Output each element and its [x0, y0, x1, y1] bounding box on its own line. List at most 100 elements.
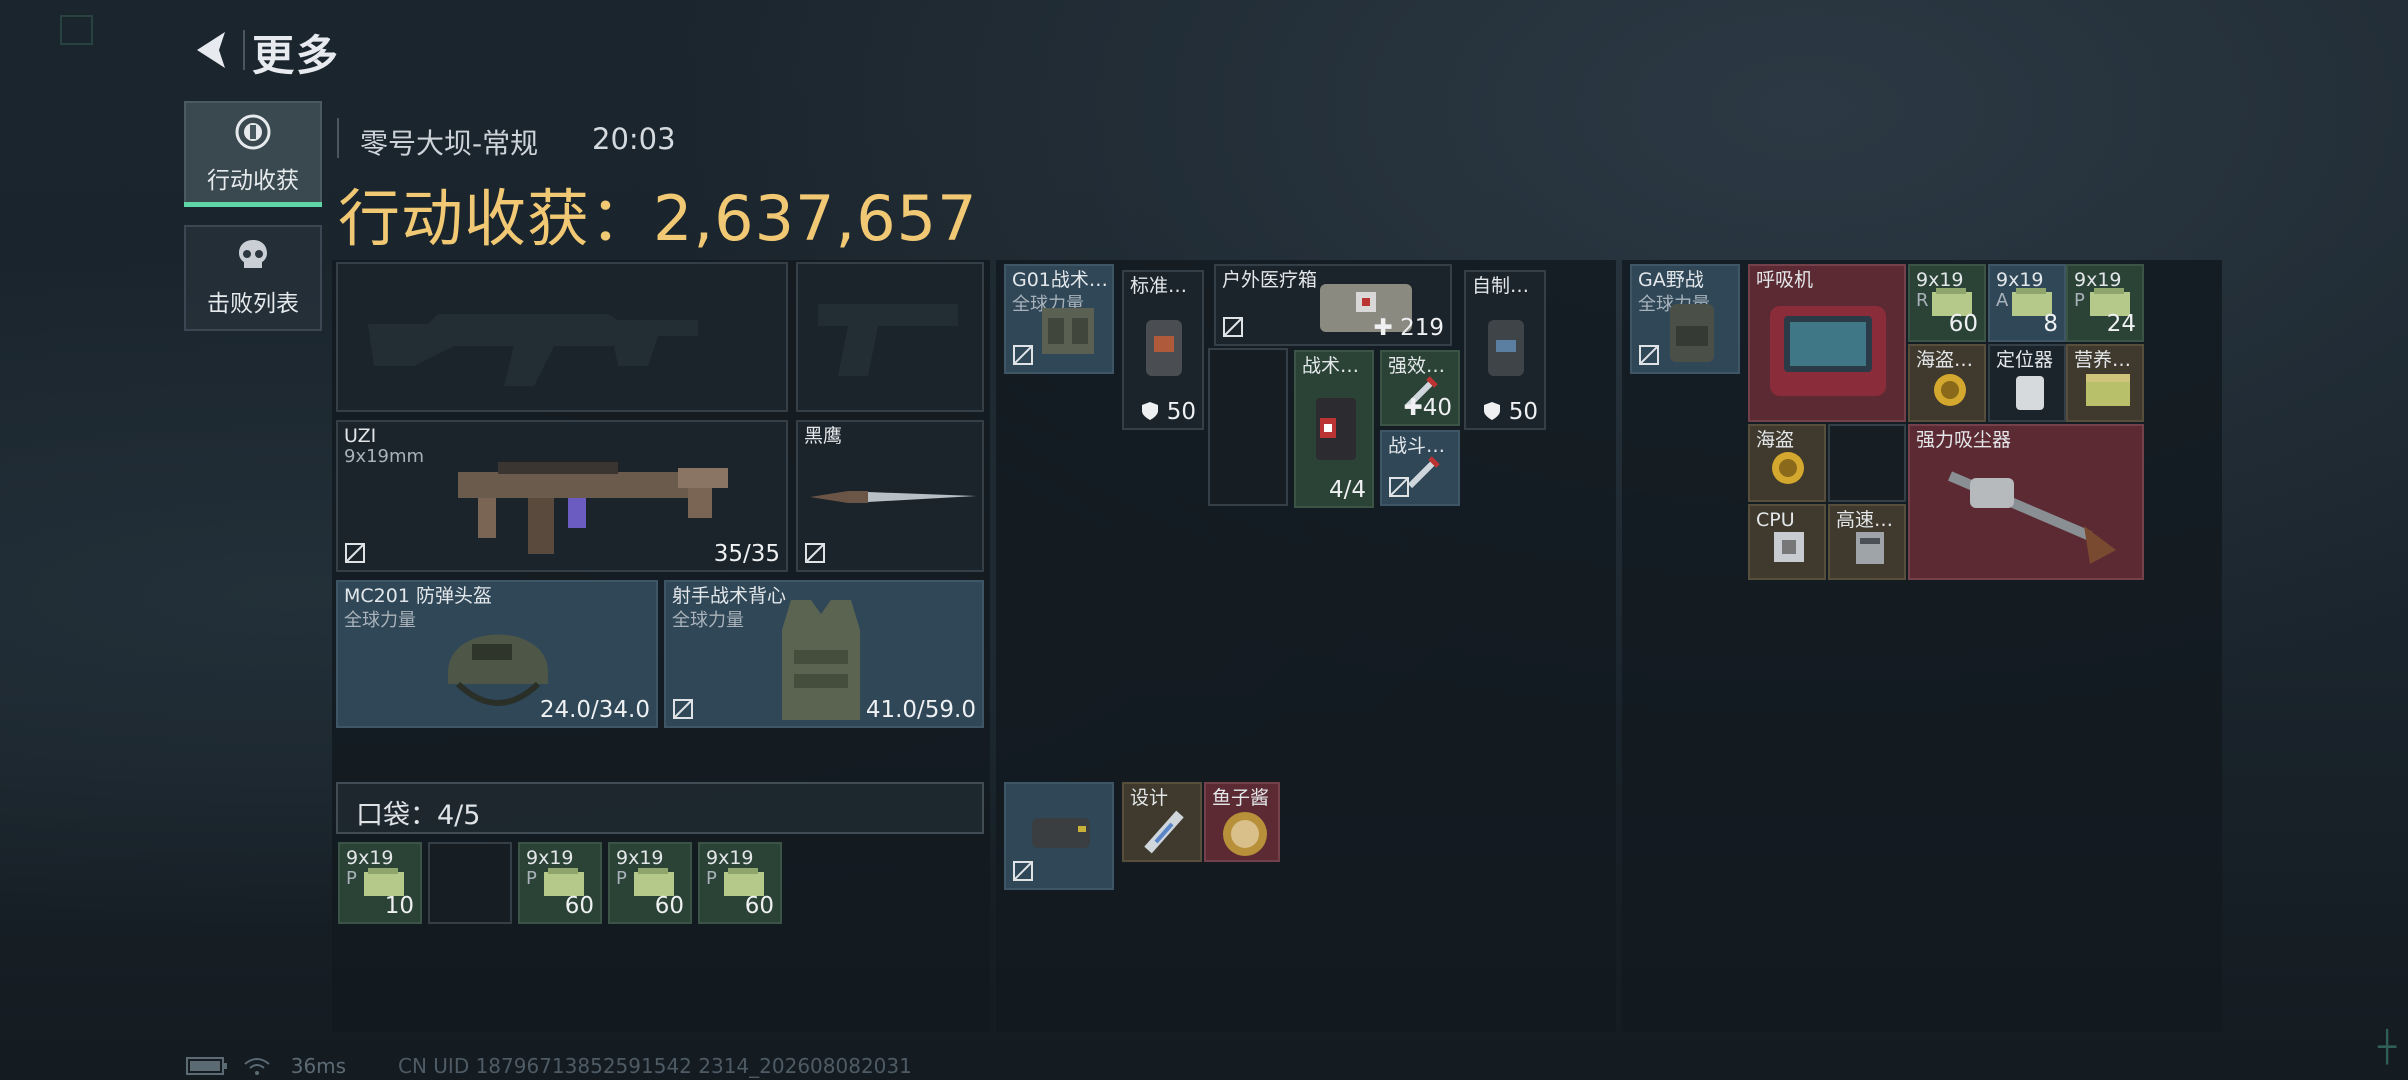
- tab-kills-label: 击败列表: [207, 291, 299, 317]
- pocket-bar: 口袋：4/5: [336, 782, 984, 834]
- knife-icon: [810, 491, 976, 503]
- pocket-item-count: 60: [564, 893, 594, 919]
- tactical-kit-icon: [1316, 398, 1356, 460]
- match-separator: [337, 118, 339, 158]
- tab-loot[interactable]: 行动收获: [184, 101, 322, 207]
- rig-item[interactable]: 战术… 4/4: [1294, 350, 1374, 508]
- pack-slot-empty[interactable]: [1828, 424, 1906, 502]
- pack-item[interactable]: 鱼子酱: [1204, 782, 1280, 862]
- chest-rig-slot[interactable]: G01战术… 全球力量: [1004, 264, 1114, 374]
- pocket-item[interactable]: 9x19 P 60: [608, 842, 692, 924]
- unbind-icon: [673, 699, 693, 719]
- uzi-icon: [458, 462, 728, 554]
- pistol-silhouette-icon: [818, 304, 958, 376]
- rig-item-value: 4/4: [1328, 477, 1366, 503]
- ping-value: 36ms: [290, 1054, 347, 1078]
- pack-item[interactable]: 强力吸尘器: [1908, 424, 2144, 580]
- cpu-icon: [1774, 532, 1804, 562]
- blueprint-icon: [1144, 810, 1184, 854]
- header-separator: [243, 30, 245, 70]
- pocket-item[interactable]: 9x19 P 10: [338, 842, 422, 924]
- uid-text: CN UID 18796713852591542 2314_2026080820…: [398, 1054, 912, 1078]
- match-time: 20:03: [592, 122, 676, 156]
- tab-loot-label: 行动收获: [207, 168, 299, 194]
- unbind-icon: [1013, 861, 1033, 881]
- pack-item[interactable]: 9x19 A 8: [1988, 264, 2066, 342]
- pocket-slot-empty[interactable]: [428, 842, 512, 924]
- tab-kills[interactable]: 击败列表: [184, 225, 322, 331]
- unbind-icon: [1223, 317, 1243, 337]
- pack-item[interactable]: 海盗…: [1908, 344, 1986, 422]
- rig-item[interactable]: 户外医疗箱 ✚ 219: [1214, 264, 1452, 346]
- pack-item[interactable]: 9x19 R 60: [1908, 264, 1986, 342]
- pocket-item-count: 10: [384, 893, 414, 919]
- pocket-count: 4/5: [437, 800, 481, 831]
- weapon-name: UZI: [344, 425, 377, 447]
- pack-item-count: 8: [2043, 311, 2058, 337]
- armor-plate-icon: [1146, 320, 1182, 376]
- unbind-icon: [1389, 477, 1409, 497]
- helmet-slot[interactable]: MC201 防弹头盔 全球力量 24.0/34.0: [336, 580, 658, 728]
- pocket-item[interactable]: 9x19 P 60: [518, 842, 602, 924]
- melee-slot[interactable]: 黑鹰: [796, 420, 984, 572]
- pack-item[interactable]: 营养…: [2066, 344, 2144, 422]
- armor-plate-icon: [1488, 320, 1524, 376]
- chest-rig-icon: [1042, 308, 1094, 354]
- weapon-ammo-type: 9x19mm: [344, 446, 425, 467]
- unbind-icon: [345, 543, 365, 563]
- armor-durability: 41.0/59.0: [865, 697, 976, 723]
- backpack-name: GA野战: [1638, 269, 1704, 291]
- back-arrow-icon: [197, 32, 225, 68]
- primary-slot-empty[interactable]: [336, 262, 788, 412]
- rig-item-value: 50: [1483, 399, 1538, 425]
- pocket-label: 口袋：: [356, 800, 437, 831]
- ventilator-icon: [1770, 306, 1886, 396]
- rig-item-value: ✚ 219: [1373, 315, 1445, 341]
- syringe-icon: [1407, 456, 1440, 489]
- pocket-item-count: 60: [654, 893, 684, 919]
- unbind-icon: [1639, 345, 1659, 365]
- secondary-slot-empty[interactable]: [796, 262, 984, 412]
- skull-icon: [239, 240, 267, 268]
- pack-item-count: 60: [1948, 311, 1978, 337]
- rig-slot-empty[interactable]: [1208, 348, 1288, 506]
- pack-item[interactable]: 高速…: [1828, 504, 1906, 580]
- primary-weapon-slot[interactable]: UZI 9x19mm 35/35: [336, 420, 788, 572]
- rig-item[interactable]: 战斗…: [1380, 430, 1460, 506]
- pack-item-count: 24: [2106, 311, 2136, 337]
- hard-drive-icon: [1856, 532, 1884, 564]
- armor-brand: 全球力量: [672, 610, 744, 631]
- supply-box-icon: [2086, 374, 2130, 406]
- backpack-slot[interactable]: GA野战 全球力量: [1630, 264, 1740, 374]
- crosshair-icon: ┼: [2377, 1030, 2396, 1065]
- pouch-icon: [1032, 818, 1090, 848]
- small-backpack-slot[interactable]: [1004, 782, 1114, 890]
- unbind-icon: [805, 543, 825, 563]
- armor-name: 射手战术背心: [672, 585, 787, 607]
- rig-item[interactable]: 标准… 50: [1122, 270, 1204, 430]
- coin-icon: [1772, 452, 1804, 484]
- page-title: 更多: [252, 31, 341, 80]
- battery-icon: [186, 1057, 227, 1075]
- shield-icon: [1484, 402, 1501, 420]
- pack-item[interactable]: 海盗: [1748, 424, 1826, 502]
- rig-item[interactable]: 强效… ✚40: [1380, 350, 1460, 426]
- pack-item[interactable]: 呼吸机: [1748, 264, 1906, 422]
- helmet-durability: 24.0/34.0: [539, 697, 650, 723]
- chest-rig-name: G01战术…: [1012, 269, 1108, 291]
- coin-icon: [1934, 374, 1966, 406]
- armor-slot[interactable]: 射手战术背心 全球力量 41.0/59.0: [664, 580, 984, 728]
- pack-item[interactable]: 设计: [1122, 782, 1202, 862]
- rig-item-value: 50: [1141, 399, 1196, 425]
- rig-item[interactable]: 自制… 50: [1464, 270, 1546, 430]
- melee-name: 黑鹰: [804, 425, 843, 447]
- map-name: 零号大坝-常规: [360, 127, 539, 160]
- pack-item[interactable]: 9x19 P 24: [2066, 264, 2144, 342]
- caviar-tin-icon: [1223, 812, 1267, 856]
- pocket-item[interactable]: 9x19 P 60: [698, 842, 782, 924]
- vacuum-icon: [1948, 471, 2116, 564]
- pack-item[interactable]: CPU: [1748, 504, 1826, 580]
- pack-item[interactable]: 定位器: [1988, 344, 2066, 422]
- loot-icon: [235, 114, 271, 150]
- back-button[interactable]: [186, 24, 236, 76]
